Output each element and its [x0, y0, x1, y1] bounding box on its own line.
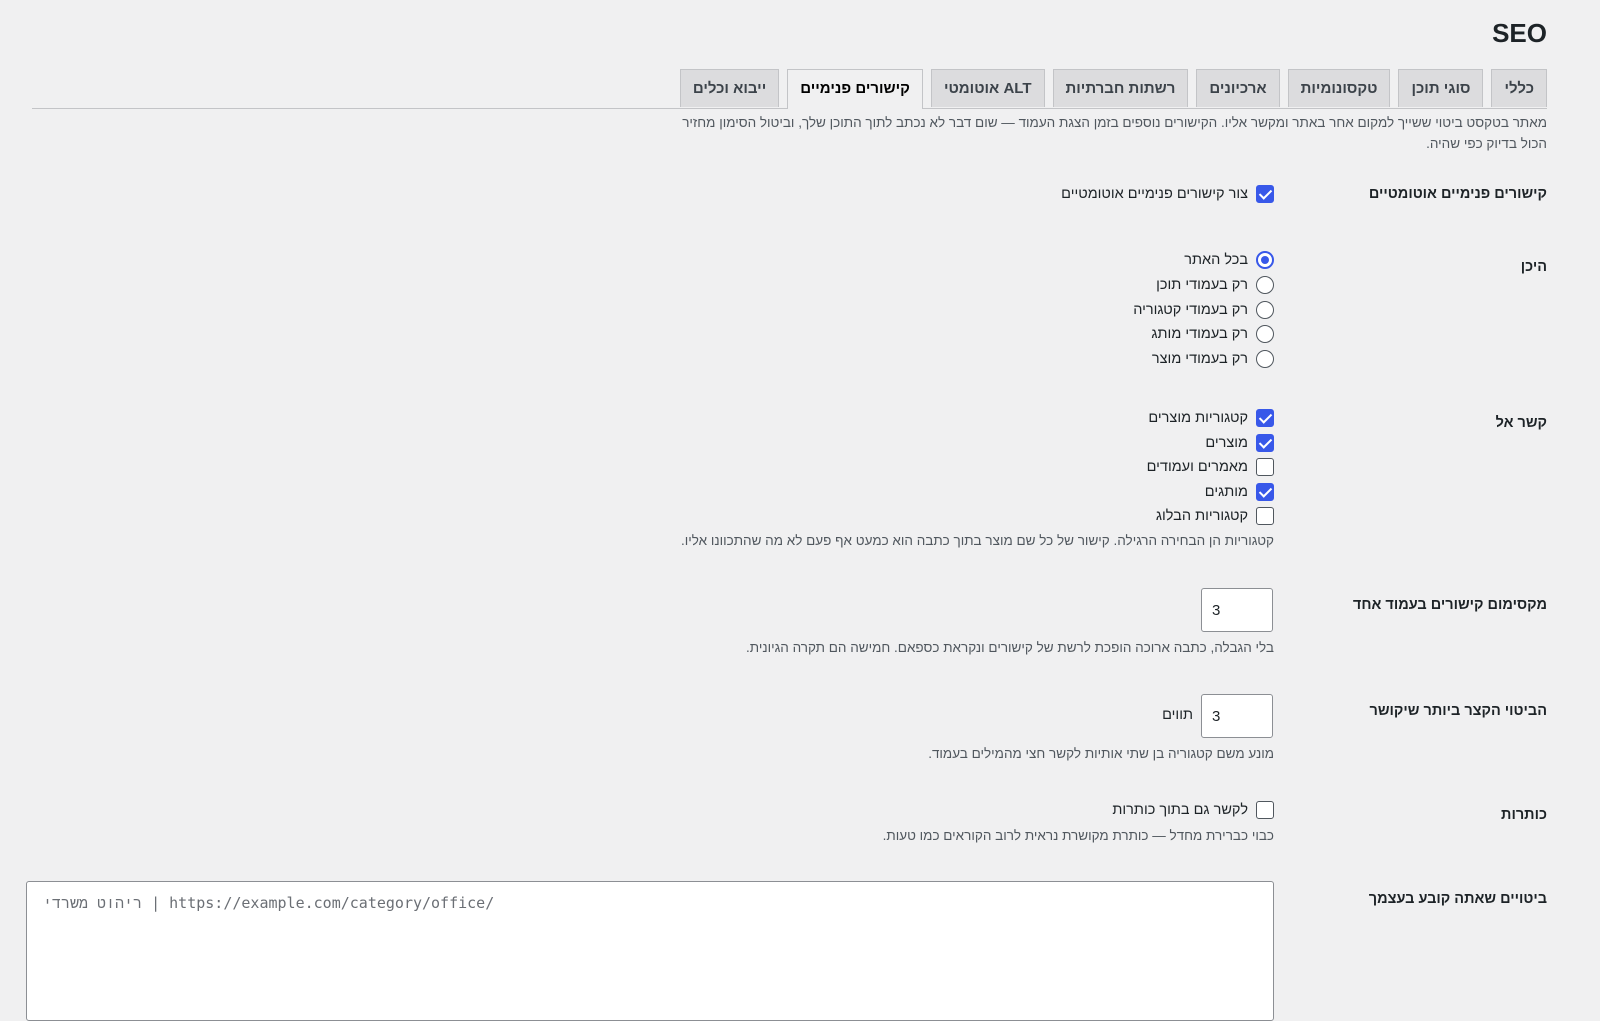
link-to-option-brands[interactable]: מותגים — [1205, 481, 1274, 503]
headings-option[interactable]: לקשר גם בתוך כותרות — [1112, 799, 1274, 821]
checkbox-blog-categories[interactable] — [1256, 507, 1274, 526]
tab-auto-alt[interactable]: ALT אוטומטי — [930, 69, 1045, 107]
radio-category-pages[interactable] — [1256, 301, 1274, 320]
link-to-option-label: מותגים — [1204, 484, 1248, 500]
where-option-product-pages[interactable]: רק בעמודי מוצר — [1152, 348, 1274, 370]
auto-links-label: קישורים פנימיים אוטומטיים — [1368, 186, 1547, 202]
link-to-option-posts-pages[interactable]: מאמרים ועמודים — [1147, 456, 1274, 478]
headings-option-label: לקשר גם בתוך כותרות — [1112, 802, 1248, 818]
radio-entire-site[interactable] — [1256, 251, 1274, 270]
intro-description: מאתר בטקסט ביטוי ששייך למקום אחר באתר ומ… — [682, 115, 1547, 151]
checkbox-brands[interactable] — [1256, 483, 1274, 502]
where-option-label: בכל האתר — [1184, 252, 1248, 268]
max-links-label: מקסימום קישורים בעמוד אחד — [1352, 597, 1547, 613]
link-to-label: קשר אל — [1495, 415, 1547, 431]
where-option-brand-pages[interactable]: רק בעמודי מותג — [1151, 323, 1274, 345]
link-to-option-blog-categories[interactable]: קטגוריות הבלוג — [1156, 505, 1274, 527]
custom-phrases-label: ביטויים שאתה קובע בעצמך — [1368, 891, 1547, 907]
link-to-description: קטגוריות הן הבחירה הרגילה. קישור של כל ש… — [680, 533, 1274, 548]
auto-links-option[interactable]: צור קישורים פנימיים אוטומטיים — [1061, 183, 1274, 205]
headings-checkbox[interactable] — [1256, 801, 1274, 820]
max-links-description: בלי הגבלה, כתבה ארוכה הופכת לרשת של קישו… — [746, 640, 1274, 655]
tab-taxonomies[interactable]: טקסונומיות — [1287, 69, 1391, 107]
where-option-label: רק בעמודי קטגוריה — [1133, 302, 1248, 318]
link-to-option-label: מאמרים ועמודים — [1146, 459, 1248, 475]
headings-description: כבוי כברירת מחדל — כותרת מקושרת נראית לר… — [882, 828, 1274, 843]
link-to-option-label: קטגוריות מוצרים — [1148, 410, 1248, 426]
radio-content-pages[interactable] — [1256, 276, 1274, 295]
min-phrase-description: מונע משם קטגוריה בן שתי אותיות לקשר חצי … — [928, 746, 1274, 761]
where-option-entire-site[interactable]: בכל האתר — [1184, 249, 1274, 271]
min-phrase-unit: תווים — [1162, 707, 1193, 723]
min-phrase-label: הביטוי הקצר ביותר שיקושר — [1369, 703, 1547, 719]
tab-internal-links[interactable]: קישורים פנימיים — [787, 69, 923, 109]
radio-product-pages[interactable] — [1256, 350, 1274, 369]
where-label: היכן — [1520, 259, 1547, 275]
radio-brand-pages[interactable] — [1256, 325, 1274, 344]
link-to-option-label: מוצרים — [1205, 435, 1248, 451]
where-option-label: רק בעמודי תוכן — [1156, 277, 1248, 293]
tab-import-tools[interactable]: ייבוא וכלים — [679, 69, 780, 107]
headings-label: כותרות — [1501, 807, 1547, 823]
checkbox-posts-pages[interactable] — [1256, 458, 1274, 477]
auto-links-checkbox[interactable] — [1256, 185, 1274, 204]
checkbox-products[interactable] — [1256, 434, 1274, 453]
auto-links-option-label: צור קישורים פנימיים אוטומטיים — [1061, 186, 1248, 202]
link-to-option-label: קטגוריות הבלוג — [1155, 508, 1248, 524]
settings-page: SEO כללי סוגי תוכן טקסונומיות ארכיונים ר… — [0, 0, 1600, 1021]
link-to-option-product-categories[interactable]: קטגוריות מוצרים — [1148, 407, 1274, 429]
tab-archives[interactable]: ארכיונים — [1196, 69, 1280, 107]
where-option-label: רק בעמודי מוצר — [1151, 351, 1248, 367]
where-option-content-pages[interactable]: רק בעמודי תוכן — [1156, 274, 1274, 296]
max-links-input[interactable] — [1201, 588, 1273, 632]
custom-phrases-textarea[interactable] — [26, 881, 1274, 1021]
tab-content-types[interactable]: סוגי תוכן — [1398, 69, 1484, 107]
tab-social-networks[interactable]: רשתות חברתיות — [1052, 69, 1189, 107]
where-option-label: רק בעמודי מותג — [1151, 326, 1248, 342]
where-option-category-pages[interactable]: רק בעמודי קטגוריה — [1133, 299, 1274, 321]
link-to-option-products[interactable]: מוצרים — [1205, 432, 1274, 454]
tab-general[interactable]: כללי — [1491, 69, 1547, 107]
tab-bar: כללי סוגי תוכן טקסונומיות ארכיונים רשתות… — [32, 68, 1547, 109]
page-title: SEO — [1492, 18, 1547, 48]
min-phrase-input[interactable] — [1201, 694, 1273, 738]
checkbox-product-categories[interactable] — [1256, 409, 1274, 428]
